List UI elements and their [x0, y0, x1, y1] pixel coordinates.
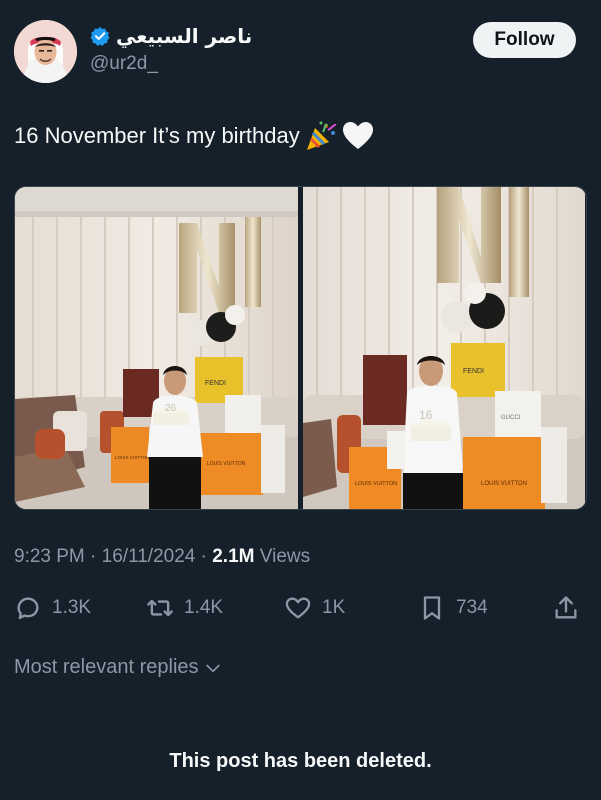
- bookmark-count: 734: [456, 597, 488, 618]
- tweet-time[interactable]: 9:23 PM: [14, 546, 85, 567]
- repost-icon: [147, 599, 173, 617]
- like-count: 1K: [322, 597, 346, 618]
- views-count: 2.1M: [212, 546, 255, 567]
- reply-count: 1.3K: [52, 597, 92, 618]
- photo-2-gucci-label: GUCCI: [501, 415, 521, 421]
- photo-2-fendi-label: FENDI: [463, 368, 484, 375]
- tweet-actions: 1.3K 1.4K 1K 734: [14, 590, 587, 626]
- photo-1-candle-number: 26: [165, 403, 177, 414]
- tweet-text: 16 November It’s my birthday: [14, 120, 374, 152]
- tweet-meta: 9:23 PM · 16/11/2024 · 2.1M Views: [14, 546, 310, 568]
- photo-2-lv-label-1: LOUIS VUITTON: [355, 481, 397, 487]
- views-label: Views: [259, 546, 311, 567]
- bookmark-icon: [423, 596, 441, 620]
- photo-2-lv-label-2: LOUIS VUITTON: [481, 481, 527, 487]
- meta-separator-2: ·: [200, 546, 207, 567]
- user-handle[interactable]: @ur2d_: [90, 53, 252, 75]
- verified-badge-icon: [90, 26, 110, 46]
- heart-icon: [285, 597, 311, 619]
- share-button[interactable]: [552, 590, 580, 626]
- bookmark-button[interactable]: 734: [418, 590, 488, 626]
- party-popper-icon: [306, 121, 337, 150]
- deleted-post-notice: This post has been deleted.: [169, 750, 432, 772]
- display-name-row[interactable]: ناصر السبيعي: [90, 24, 252, 48]
- avatar[interactable]: [14, 20, 77, 83]
- photo-2-candle-number: 16: [419, 408, 433, 422]
- tweet-body: 16 November It’s my birthday: [14, 123, 300, 148]
- chevron-down-icon: [205, 664, 220, 672]
- tweet-header: ناصر السبيعي @ur2d_ Follow: [14, 18, 587, 84]
- tweet-media[interactable]: FENDI LOUIS VUITTON LOUIS VUITTON 26 FEN…: [14, 186, 587, 510]
- author-names: ناصر السبيعي @ur2d_: [90, 24, 252, 75]
- photo-2[interactable]: FENDI GUCCI LOUIS VUITTON LOUIS VUITTON …: [303, 187, 586, 509]
- reply-button[interactable]: 1.3K: [14, 590, 91, 626]
- share-icon: [555, 596, 577, 619]
- repost-count: 1.4K: [184, 597, 224, 618]
- meta-separator-1: ·: [90, 546, 97, 567]
- repost-button[interactable]: 1.4K: [146, 590, 223, 626]
- white-heart-icon: [342, 122, 373, 149]
- display-name: ناصر السبيعي: [116, 24, 253, 48]
- photo-1[interactable]: FENDI LOUIS VUITTON LOUIS VUITTON 26: [15, 187, 298, 509]
- tweet-date[interactable]: 16/11/2024: [102, 546, 196, 567]
- reply-icon: [17, 597, 39, 620]
- photo-1-fendi-label: FENDI: [205, 380, 226, 387]
- photo-1-lv-label-1: LOUIS VUITTON: [115, 455, 149, 460]
- replies-sort-label: Most relevant replies: [14, 656, 199, 678]
- like-button[interactable]: 1K: [284, 590, 345, 626]
- follow-button[interactable]: Follow: [473, 22, 576, 58]
- photo-1-lv-label-2: LOUIS VUITTON: [207, 461, 246, 467]
- replies-sort-dropdown[interactable]: Most relevant replies: [14, 656, 223, 679]
